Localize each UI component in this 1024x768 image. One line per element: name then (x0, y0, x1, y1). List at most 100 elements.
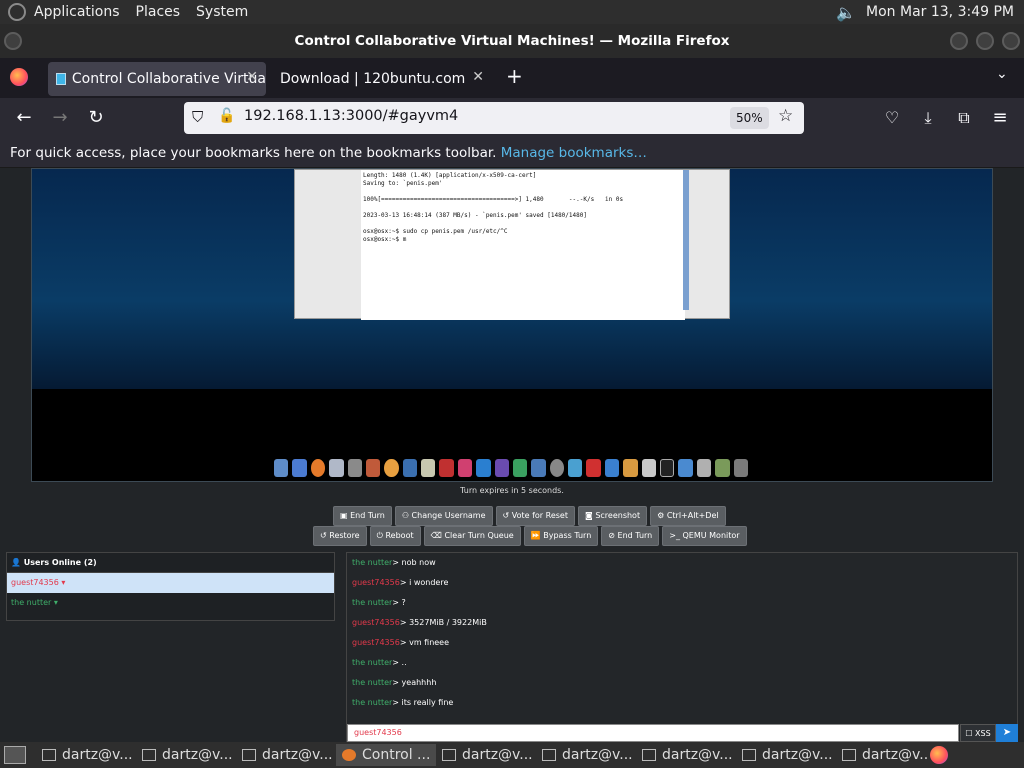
reload-icon[interactable]: ↻ (84, 106, 108, 130)
ctrl-alt-del-button[interactable]: ⚙ Ctrl+Alt+Del (650, 506, 726, 526)
firefox-launcher-icon[interactable] (930, 746, 948, 764)
user-row-nutter[interactable]: the nutter ▾ (7, 593, 334, 613)
trash-icon[interactable] (733, 459, 748, 477)
vm-screen[interactable]: Length: 1480 (1.4K) [application/x-x509-… (31, 168, 993, 482)
bypass-turn-button[interactable]: ⏩ Bypass Turn (523, 526, 599, 546)
firefox-view-icon[interactable] (10, 68, 28, 86)
book-icon[interactable] (439, 459, 454, 477)
firefox-icon[interactable] (310, 459, 326, 477)
clear-turn-queue-button[interactable]: ⌫ Clear Turn Queue (423, 526, 521, 546)
close-window-button[interactable] (1002, 32, 1020, 50)
chat-user: the nutter (352, 598, 393, 607)
applications-menu[interactable]: Applications (26, 4, 128, 20)
users-online-header: 👤 Users Online (2) (7, 553, 334, 573)
taskbar-item[interactable]: dartz@v... (636, 744, 736, 766)
terminal-icon (242, 749, 256, 761)
mail-icon[interactable] (329, 459, 344, 477)
vm-terminal-text[interactable]: Length: 1480 (1.4K) [application/x-x509-… (361, 170, 685, 320)
system-menu[interactable]: System (188, 4, 256, 20)
volume-icon[interactable]: 🔈 (836, 3, 856, 22)
app-menu-icon[interactable]: ≡ (988, 106, 1012, 130)
tab-control-vm[interactable]: Control Collaborative Virtua ✕ (48, 62, 266, 96)
maximize-button[interactable] (976, 32, 994, 50)
dashboard-icon[interactable] (292, 459, 307, 477)
pen-icon[interactable] (347, 459, 362, 477)
new-tab-icon[interactable]: + (506, 64, 523, 88)
manage-bookmarks-link[interactable]: Manage bookmarks… (501, 145, 647, 161)
taskbar-item[interactable]: dartz@v... (136, 744, 236, 766)
vote-reset-button[interactable]: ↺ Vote for Reset (495, 506, 575, 526)
text-icon[interactable] (494, 459, 509, 477)
taskbar-item[interactable]: dartz@v... (536, 744, 636, 766)
restore-button[interactable]: ↺ Restore (313, 526, 367, 546)
sync-icon[interactable] (568, 459, 583, 477)
bookmarks-hint: For quick access, place your bookmarks h… (10, 145, 501, 161)
forward-icon[interactable]: → (48, 106, 72, 130)
reboot-label: Reboot (385, 531, 414, 540)
prefs-icon[interactable] (696, 459, 712, 477)
close-tab-icon[interactable]: ✕ (472, 69, 484, 85)
taskbar-item[interactable]: dartz@v... (36, 744, 136, 766)
archive-icon[interactable] (623, 459, 638, 477)
package-icon[interactable] (715, 459, 730, 477)
vm-terminal-window[interactable]: Length: 1480 (1.4K) [application/x-x509-… (294, 169, 730, 320)
window-menu-button[interactable] (4, 32, 22, 50)
url-bar[interactable]: ⛉ 🔓 192.168.1.13:3000/#gayvm4 50% ☆ (184, 102, 804, 134)
qemu-monitor-button[interactable]: >_ QEMU Monitor (662, 526, 747, 546)
chat-text: i wondere (409, 578, 449, 587)
system-icon[interactable] (531, 459, 546, 477)
xss-toggle[interactable]: ☐ XSS (960, 724, 996, 742)
taskbar-item[interactable]: dartz@v... (436, 744, 536, 766)
downloads-icon[interactable]: ⤓ (916, 106, 940, 130)
back-icon[interactable]: ← (12, 106, 36, 130)
terminal-icon[interactable] (659, 459, 675, 477)
taskbar-item[interactable]: dartz@v... (236, 744, 336, 766)
pdf-icon[interactable] (457, 459, 473, 477)
font-icon[interactable] (476, 459, 491, 477)
pocket-icon[interactable]: ♡ (880, 106, 904, 130)
chat-message: guest74356> 3527MiB / 3922MiB (347, 613, 1017, 633)
tab-download[interactable]: Download | 120buntu.com ✕ (272, 62, 492, 96)
show-desktop-icon[interactable] (4, 746, 26, 764)
finder-icon[interactable] (274, 459, 289, 477)
bookmark-star-icon[interactable]: ☆ (778, 106, 793, 126)
chat-input[interactable]: guest74356 (347, 724, 959, 742)
insecure-lock-icon[interactable]: 🔓 (218, 108, 235, 124)
media-icon[interactable] (384, 459, 399, 477)
clock[interactable]: Mon Mar 13, 3:49 PM (866, 4, 1014, 20)
globe-icon[interactable] (549, 459, 565, 477)
script-icon[interactable] (641, 459, 656, 477)
chat-user: guest74356 (352, 578, 400, 587)
vm-terminal-scrollbar[interactable] (683, 170, 689, 310)
user-row-guest[interactable]: guest74356 ▾ (7, 573, 334, 593)
shield-icon[interactable]: ⛉ (192, 108, 203, 126)
heart-icon[interactable] (678, 459, 693, 477)
taskbar-item[interactable]: dartz@v... (736, 744, 836, 766)
screenshot-button[interactable]: ◙ Screenshot (578, 506, 648, 526)
chat-sep: > (392, 698, 402, 707)
star-icon[interactable] (421, 459, 436, 477)
end-turn-admin-button[interactable]: ⊘ End Turn (601, 526, 660, 546)
list-tabs-icon[interactable]: ⌄ (996, 66, 1008, 82)
send-icon[interactable]: ➤ (996, 724, 1018, 742)
vm-dock[interactable] (274, 455, 748, 481)
network-icon[interactable] (512, 459, 528, 477)
places-menu[interactable]: Places (128, 4, 189, 20)
taskbar-item[interactable]: dartz@v... (836, 744, 928, 766)
chat-sep: > (392, 598, 402, 607)
close-tab-icon[interactable]: ✕ (246, 69, 258, 85)
minimize-button[interactable] (950, 32, 968, 50)
zoom-badge[interactable]: 50% (730, 107, 769, 129)
change-username-button[interactable]: ⚇ Change Username (394, 506, 493, 526)
reboot-button[interactable]: ⏻ Reboot (369, 526, 421, 546)
terminal-icon (42, 749, 56, 761)
film-icon[interactable] (402, 459, 418, 477)
gnome-foot-icon[interactable] (8, 3, 26, 21)
photo-icon[interactable] (365, 459, 381, 477)
extensions-icon[interactable]: ⧉ (952, 106, 976, 130)
end-turn-button[interactable]: ▣ End Turn (333, 506, 392, 526)
taskbar-item[interactable]: Control ... (336, 744, 436, 766)
url-text[interactable]: 192.168.1.13:3000/#gayvm4 (244, 108, 458, 124)
app-store-icon[interactable] (586, 459, 601, 477)
disk-icon[interactable] (604, 459, 620, 477)
